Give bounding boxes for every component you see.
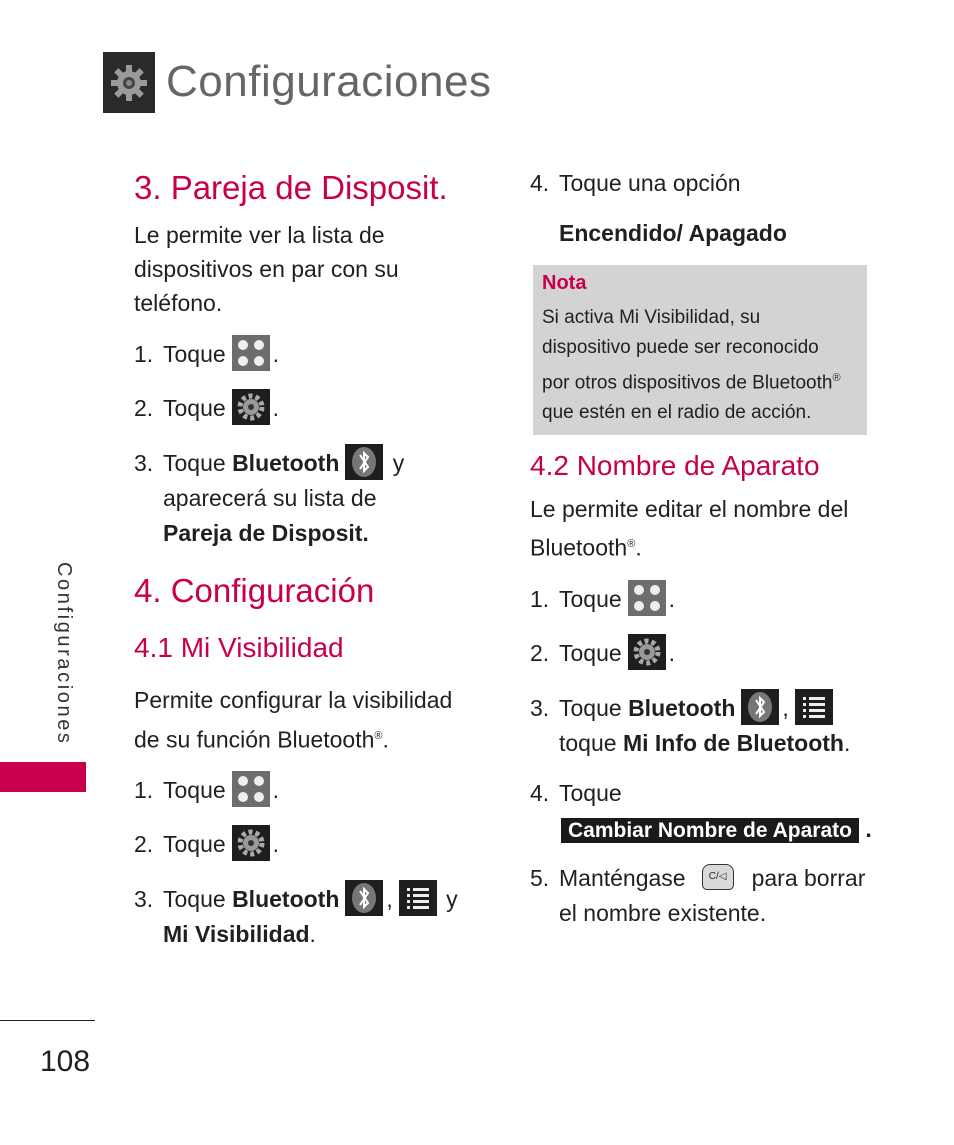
step-item: 5. Manténgase C/◁ para borrar	[530, 863, 866, 891]
settings-gear-icon[interactable]	[627, 633, 666, 670]
page-number: 108	[40, 1045, 91, 1078]
option-label: Encendido/ Apagado	[559, 220, 787, 246]
subsection-title-nombre: 4.2 Nombre de Aparato	[530, 450, 820, 481]
note-box: Nota Si activa Mi Visibilidad, su dispos…	[533, 265, 867, 435]
page-title: Configuraciones	[166, 57, 492, 106]
subsection-desc-line: de su función Bluetooth®.	[134, 726, 389, 753]
subsection-desc-line: Bluetooth®.	[530, 534, 642, 561]
settings-gear-icon[interactable]	[231, 388, 270, 425]
section-title-pareja: 3. Pareja de Disposit.	[134, 169, 448, 206]
step-item: 1. Toque.	[134, 334, 279, 374]
step-continuation: Mi Visibilidad.	[163, 921, 316, 947]
step-continuation-bold: Pareja de Disposit.	[163, 520, 369, 546]
bluetooth-icon[interactable]	[741, 688, 780, 725]
list-menu-icon[interactable]	[398, 879, 437, 916]
step-continuation: aparecerá su lista de	[163, 485, 377, 511]
step-continuation: el nombre existente.	[559, 900, 767, 926]
step-continuation: Cambiar Nombre de Aparato .	[561, 812, 872, 848]
menu-grid-icon[interactable]	[231, 770, 270, 807]
step-item: 4. Toque una opción	[530, 170, 741, 196]
menu-grid-icon[interactable]	[627, 579, 666, 616]
step-item: 3. Toque Bluetooth,	[530, 688, 836, 728]
note-title: Nota	[542, 272, 587, 294]
subsection-desc-line: Le permite editar el nombre del	[530, 496, 849, 522]
settings-gear-icon[interactable]	[231, 824, 270, 861]
list-menu-icon[interactable]	[794, 688, 833, 725]
step-item: 3. Toque Bluetooth, y	[134, 879, 458, 919]
bluetooth-icon[interactable]	[345, 443, 384, 480]
bluetooth-icon[interactable]	[345, 879, 384, 916]
step-item: 2. Toque.	[530, 633, 675, 673]
section-title-configuracion: 4. Configuración	[134, 572, 375, 609]
step-item: 3. Toque Bluetooth y	[134, 443, 404, 483]
step-item: 1. Toque.	[530, 579, 675, 619]
cambiar-nombre-button[interactable]: Cambiar Nombre de Aparato	[561, 818, 859, 843]
sidebar-section-tab	[0, 762, 86, 792]
step-item: 4. Toque	[530, 780, 622, 806]
note-body: Si activa Mi Visibilidad, su dispositivo…	[542, 307, 841, 424]
subsection-desc-line: Permite configurar la visibilidad	[134, 687, 453, 713]
step-continuation: toque Mi Info de Bluetooth.	[559, 730, 851, 756]
header-gear-icon	[103, 52, 155, 113]
step-item: 1. Toque.	[134, 770, 279, 810]
sidebar-section-label: Configuraciones	[53, 562, 75, 746]
step-item: 2. Toque.	[134, 388, 279, 428]
section-desc-pareja: Le permite ver la lista de dispositivos …	[134, 222, 399, 316]
subsection-title-visibilidad: 4.1 Mi Visibilidad	[134, 632, 344, 663]
clear-key-icon[interactable]: C/◁	[701, 863, 734, 890]
step-item: 2. Toque.	[134, 824, 279, 864]
footer-divider	[0, 1020, 95, 1021]
menu-grid-icon[interactable]	[231, 334, 270, 371]
